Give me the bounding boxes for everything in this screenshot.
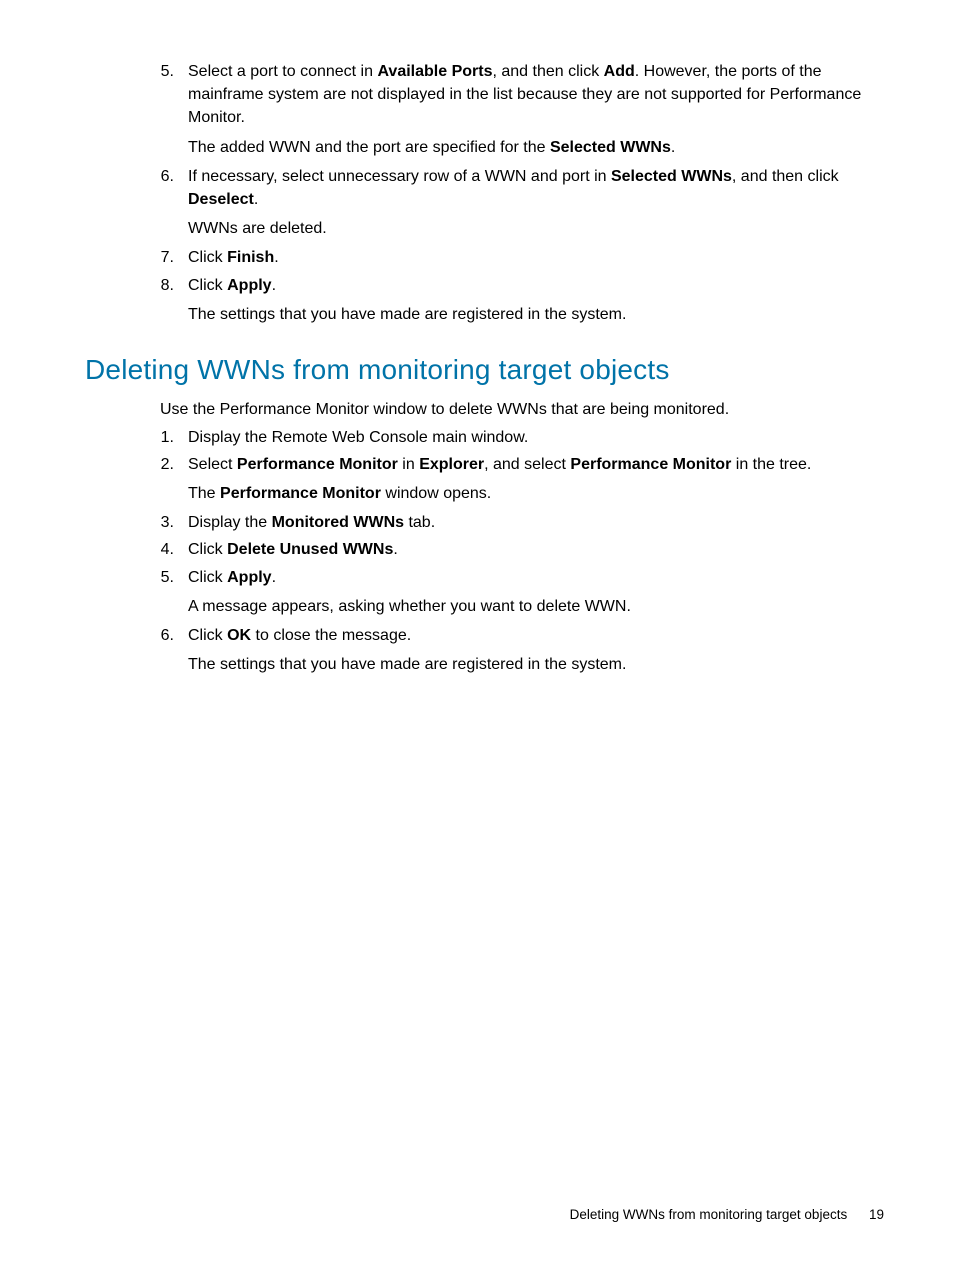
bold-text: Selected WWNs — [611, 168, 732, 185]
text-run: If necessary, select unnecessary row of … — [188, 168, 611, 185]
step-text: Display the Remote Web Console main wind… — [188, 426, 884, 449]
text-run: Select a port to connect in — [188, 63, 377, 80]
step-text: If necessary, select unnecessary row of … — [188, 165, 884, 211]
bold-text: Performance Monitor — [570, 456, 731, 473]
text-run: Select — [188, 456, 237, 473]
bold-text: Performance Monitor — [220, 485, 381, 502]
step-body: Click OK to close the message. The settin… — [188, 624, 884, 680]
step-body: Click Finish. — [188, 246, 884, 271]
footer-title: Deleting WWNs from monitoring target obj… — [570, 1207, 848, 1222]
step-body: Click Apply. A message appears, asking wh… — [188, 566, 884, 622]
text-run: . — [272, 277, 276, 294]
step-body: Select Performance Monitor in Explorer, … — [188, 453, 884, 509]
step-number: 3. — [150, 511, 188, 536]
text-run: window opens. — [381, 485, 491, 502]
bold-text: Finish — [227, 249, 274, 266]
step-number: 5. — [150, 60, 188, 163]
bold-text: Explorer — [419, 456, 484, 473]
step-item: 4.Click Delete Unused WWNs. — [150, 538, 884, 563]
bold-text: Delete Unused WWNs — [227, 541, 393, 558]
step-number: 4. — [150, 538, 188, 563]
step-item: 8.Click Apply. The settings that you have… — [150, 274, 884, 330]
text-run: , and then click — [732, 168, 839, 185]
section-intro: Use the Performance Monitor window to de… — [160, 398, 884, 421]
step-subtext: The settings that you have made are regi… — [188, 653, 884, 676]
step-text: Select Performance Monitor in Explorer, … — [188, 453, 884, 476]
text-run: . — [393, 541, 397, 558]
text-run: . — [671, 139, 675, 156]
step-body: If necessary, select unnecessary row of … — [188, 165, 884, 245]
text-run: Click — [188, 277, 227, 294]
step-item: 5.Click Apply. A message appears, asking … — [150, 566, 884, 622]
step-text: Click Finish. — [188, 246, 884, 269]
step-text: Click Apply. — [188, 274, 884, 297]
text-run: , and select — [484, 456, 570, 473]
text-run: . — [254, 191, 258, 208]
step-number: 2. — [150, 453, 188, 509]
step-text: Click Apply. — [188, 566, 884, 589]
text-run: Display the — [188, 514, 272, 531]
text-run: . — [272, 569, 276, 586]
text-run: The added WWN and the port are specified… — [188, 139, 550, 156]
text-run: Click — [188, 249, 227, 266]
step-number: 1. — [150, 426, 188, 451]
text-run: in the tree. — [731, 456, 811, 473]
step-item: 7.Click Finish. — [150, 246, 884, 271]
text-run: The settings that you have made are regi… — [188, 306, 626, 323]
step-text: Display the Monitored WWNs tab. — [188, 511, 884, 534]
bold-text: Available Ports — [377, 63, 492, 80]
text-run: tab. — [404, 514, 435, 531]
step-body: Select a port to connect in Available Po… — [188, 60, 884, 163]
text-run: in — [398, 456, 419, 473]
text-run: Display the Remote Web Console main wind… — [188, 429, 528, 446]
text-run: The — [188, 485, 220, 502]
step-text: Click OK to close the message. — [188, 624, 884, 647]
step-item: 3.Display the Monitored WWNs tab. — [150, 511, 884, 536]
bold-text: Deselect — [188, 191, 254, 208]
step-subtext: A message appears, asking whether you wa… — [188, 595, 884, 618]
step-item: 1.Display the Remote Web Console main wi… — [150, 426, 884, 451]
step-number: 8. — [150, 274, 188, 330]
step-body: Click Apply. The settings that you have m… — [188, 274, 884, 330]
step-number: 6. — [150, 165, 188, 245]
text-run: A message appears, asking whether you wa… — [188, 598, 631, 615]
text-run: Click — [188, 627, 227, 644]
step-item: 5.Select a port to connect in Available … — [150, 60, 884, 163]
step-number: 6. — [150, 624, 188, 680]
step-number: 5. — [150, 566, 188, 622]
bold-text: Selected WWNs — [550, 139, 671, 156]
step-subtext: The settings that you have made are regi… — [188, 303, 884, 326]
text-run: to close the message. — [251, 627, 411, 644]
bold-text: Performance Monitor — [237, 456, 398, 473]
text-run: Click — [188, 541, 227, 558]
step-body: Click Delete Unused WWNs. — [188, 538, 884, 563]
section2-steps: 1.Display the Remote Web Console main wi… — [150, 426, 884, 681]
step-item: 2.Select Performance Monitor in Explorer… — [150, 453, 884, 509]
step-text: Select a port to connect in Available Po… — [188, 60, 884, 130]
footer-page-number: 19 — [869, 1207, 884, 1222]
bold-text: Add — [604, 63, 635, 80]
step-item: 6.Click OK to close the message. The sett… — [150, 624, 884, 680]
page-footer: Deleting WWNs from monitoring target obj… — [570, 1205, 884, 1225]
section1-steps: 5.Select a port to connect in Available … — [150, 60, 884, 330]
text-run: . — [274, 249, 278, 266]
bold-text: Apply — [227, 569, 271, 586]
text-run: The settings that you have made are regi… — [188, 656, 626, 673]
step-subtext: WWNs are deleted. — [188, 217, 884, 240]
bold-text: Monitored WWNs — [272, 514, 404, 531]
step-body: Display the Monitored WWNs tab. — [188, 511, 884, 536]
bold-text: Apply — [227, 277, 271, 294]
text-run: , and then click — [492, 63, 603, 80]
bold-text: OK — [227, 627, 251, 644]
section-heading: Deleting WWNs from monitoring target obj… — [85, 350, 884, 391]
step-subtext: The Performance Monitor window opens. — [188, 482, 884, 505]
step-body: Display the Remote Web Console main wind… — [188, 426, 884, 451]
step-number: 7. — [150, 246, 188, 271]
step-text: Click Delete Unused WWNs. — [188, 538, 884, 561]
step-item: 6.If necessary, select unnecessary row o… — [150, 165, 884, 245]
text-run: WWNs are deleted. — [188, 220, 327, 237]
text-run: Click — [188, 569, 227, 586]
step-subtext: The added WWN and the port are specified… — [188, 136, 884, 159]
